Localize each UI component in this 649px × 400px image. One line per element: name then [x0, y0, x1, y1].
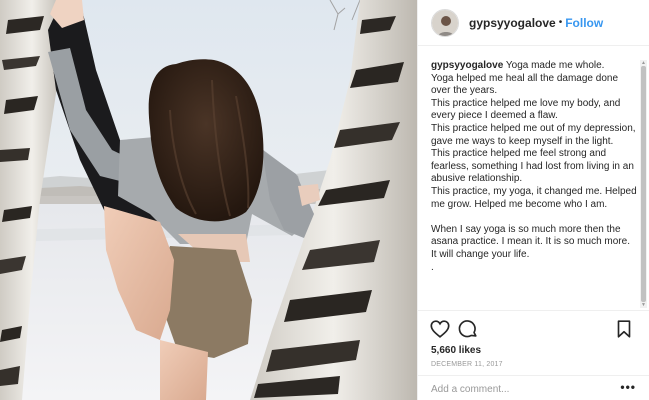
caption-line: .	[431, 261, 434, 273]
caption-username[interactable]: gypsyyogalove	[431, 60, 503, 71]
header-username[interactable]: gypsyyogalove	[469, 16, 556, 30]
scroll-down-arrow-icon[interactable]: ▼	[640, 302, 647, 308]
caption-line: Yoga helped me heal all the damage done …	[431, 72, 619, 97]
scrollbar-thumb[interactable]	[641, 66, 646, 302]
yoga-photo-illustration	[0, 0, 417, 400]
post-photo[interactable]	[0, 0, 417, 400]
follow-button[interactable]: Follow	[565, 16, 603, 30]
caption-line: gypsyyogalove Yoga made me whole.	[431, 60, 605, 71]
comment-input[interactable]	[431, 381, 601, 397]
caption-line: This practice, my yoga, it changed me. H…	[431, 185, 637, 210]
caption-line: When I say yoga is so much more then the…	[431, 223, 630, 248]
caption-line: This practice helped me feel strong and …	[431, 148, 634, 185]
heart-icon[interactable]	[429, 318, 451, 340]
caption-line: It will change your life.	[431, 248, 530, 260]
caption-area[interactable]: gypsyyogalove Yoga made me whole. Yoga h…	[418, 52, 649, 308]
comment-icon[interactable]	[457, 318, 479, 340]
header-separator: •	[558, 17, 563, 28]
more-options-button[interactable]: •••	[620, 380, 636, 394]
avatar[interactable]	[431, 8, 459, 37]
post-header: gypsyyogalove • Follow	[418, 0, 649, 46]
likes-count[interactable]: 5,660 likes	[431, 345, 481, 356]
post-actions: 5,660 likes DECEMBER 11, 2017 •••	[418, 310, 649, 400]
caption-line: This practice helped me love my body, an…	[431, 97, 621, 122]
bookmark-icon[interactable]	[613, 318, 635, 340]
caption-scrollbar[interactable]: ▲ ▼	[640, 60, 647, 308]
comment-bar: •••	[418, 375, 649, 400]
caption-line: This practice helped me out of my depres…	[431, 122, 636, 147]
post-sidebar: gypsyyogalove • Follow gypsyyogalove Yog…	[417, 0, 649, 400]
post-date[interactable]: DECEMBER 11, 2017	[431, 361, 503, 368]
caption: gypsyyogalove Yoga made me whole. Yoga h…	[431, 60, 637, 274]
